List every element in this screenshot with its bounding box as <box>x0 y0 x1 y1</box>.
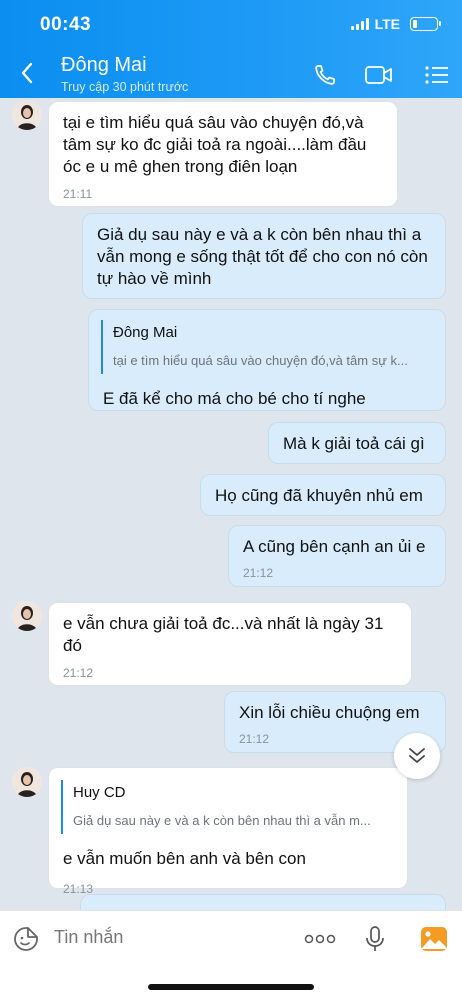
scroll-to-bottom-button[interactable] <box>394 733 440 779</box>
message-time: 21:12 <box>243 566 274 580</box>
avatar[interactable] <box>12 100 42 130</box>
quote-sender: Đông Mai <box>113 324 178 341</box>
message-bubble-outgoing[interactable]: A cũng bên cạnh an ủi e 21:12 <box>228 525 446 587</box>
contact-name[interactable]: Đông Mai <box>61 54 147 77</box>
more-options-icon[interactable] <box>304 923 336 955</box>
message-bubble-outgoing[interactable] <box>80 894 446 910</box>
message-bubble-incoming[interactable]: tại e tìm hiểu quá sâu vào chuyện đó,và … <box>48 101 398 207</box>
contact-status: Truy cập 30 phút trước <box>61 80 189 94</box>
message-bubble-incoming-reply[interactable]: Huy CD Giả dụ sau này e và a k còn bên n… <box>48 767 408 896</box>
image-gallery-icon[interactable] <box>418 923 450 955</box>
message-input[interactable]: Tin nhắn <box>54 927 123 948</box>
menu-list-icon[interactable] <box>422 60 452 90</box>
signal-icon <box>350 18 369 30</box>
message-text: E đã kể cho má cho bé cho tí nghe <box>103 389 366 408</box>
video-camera-icon[interactable] <box>364 60 394 90</box>
message-bubble-outgoing-reply[interactable]: Đông Mai tại e tìm hiểu quá sâu vào chuy… <box>88 309 446 411</box>
quote-text: tại e tìm hiểu quá sâu vào chuyện đó,và … <box>113 353 408 368</box>
message-bubble-outgoing[interactable]: Mà k giải toả cái gì <box>268 422 446 464</box>
microphone-icon[interactable] <box>359 923 391 955</box>
message-text: Xin lỗi chiều chuộng em <box>239 703 420 722</box>
message-time: 21:12 <box>63 666 94 680</box>
status-time: 00:43 <box>40 14 92 35</box>
quote-text: Giả dụ sau này e và a k còn bên nhau thì… <box>73 813 371 828</box>
phone-icon[interactable] <box>310 60 340 90</box>
message-text: tại e tìm hiểu quá sâu vào chuyện đó,và … <box>63 113 367 176</box>
message-bubble-outgoing[interactable]: Họ cũng đã khuyên nhủ em <box>200 474 446 516</box>
message-time: 21:11 <box>63 187 93 201</box>
message-list[interactable]: tại e tìm hiểu quá sâu vào chuyện đó,và … <box>0 98 462 910</box>
sticker-icon[interactable] <box>10 923 42 955</box>
back-arrow-icon[interactable] <box>12 58 42 88</box>
message-bubble-outgoing[interactable]: Giả dụ sau này e và a k còn bên nhau thì… <box>82 213 446 299</box>
battery-icon <box>410 17 441 31</box>
message-text: Họ cũng đã khuyên nhủ em <box>215 486 423 505</box>
message-bubble-incoming[interactable]: e vẫn chưa giải toả đc...và nhất là ngày… <box>48 602 412 686</box>
message-text: Mà k giải toả cái gì <box>283 434 425 453</box>
avatar[interactable] <box>12 767 42 797</box>
double-chevron-down-icon <box>409 748 425 763</box>
avatar[interactable] <box>12 601 42 631</box>
quoted-message[interactable]: Đông Mai tại e tìm hiểu quá sâu vào chuy… <box>101 320 433 374</box>
message-text: e vẫn muốn bên anh và bên con <box>63 849 306 868</box>
message-text: Giả dụ sau này e và a k còn bên nhau thì… <box>97 225 428 288</box>
status-indicators: LTE <box>350 16 441 32</box>
message-text: A cũng bên cạnh an ủi e <box>243 537 426 556</box>
chat-header: 00:43 LTE Đông Mai Truy cập 30 phút trướ… <box>0 0 462 98</box>
home-indicator <box>148 984 314 990</box>
quote-sender: Huy CD <box>73 784 126 801</box>
message-text: e vẫn chưa giải toả đc...và nhất là ngày… <box>63 614 384 655</box>
network-label: LTE <box>374 16 400 32</box>
quoted-message[interactable]: Huy CD Giả dụ sau này e và a k còn bên n… <box>61 780 395 834</box>
